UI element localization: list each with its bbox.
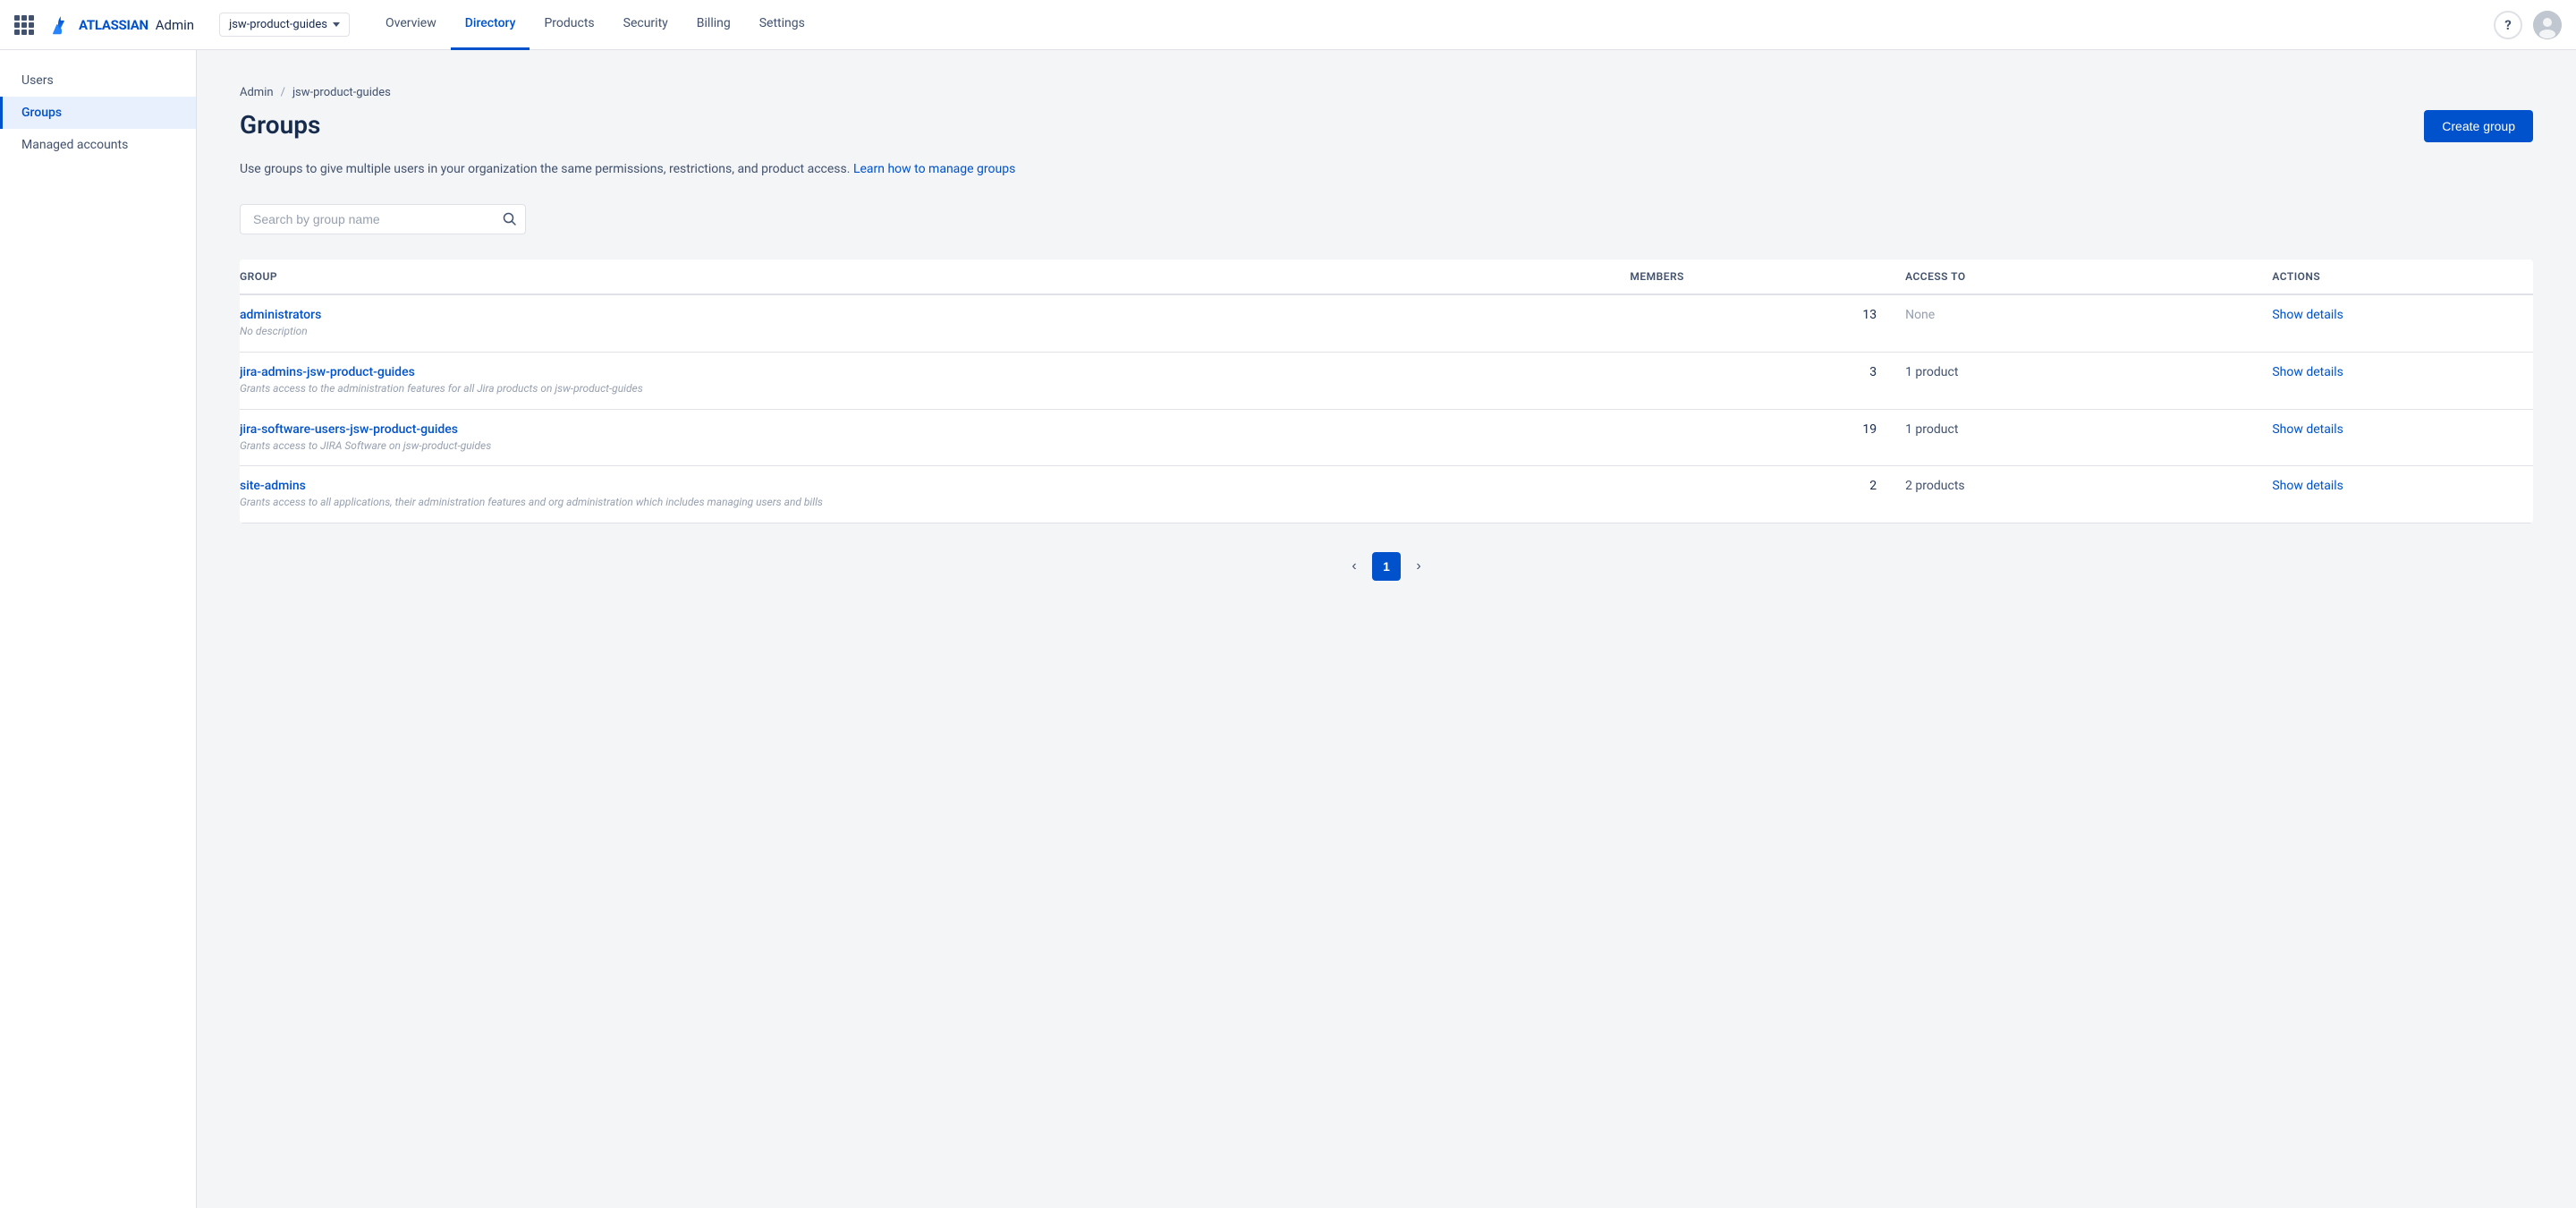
topnav-right: ?	[2494, 11, 2562, 39]
search-box	[240, 204, 526, 234]
topnav-link-directory[interactable]: Directory	[451, 0, 530, 50]
col-header-members: Members	[1615, 259, 1891, 294]
org-name: jsw-product-guides	[229, 18, 327, 31]
table-row: jira-software-users-jsw-product-guides Gr…	[240, 409, 2533, 466]
group-desc-1: Grants access to the administration feat…	[240, 382, 643, 395]
topnav-link-settings[interactable]: Settings	[745, 0, 819, 50]
org-selector[interactable]: jsw-product-guides	[219, 13, 350, 37]
page-header: Groups Create group	[240, 110, 2533, 142]
page-title: Groups	[240, 110, 320, 140]
sidebar-item-managed-accounts[interactable]: Managed accounts	[0, 129, 196, 161]
group-desc-0: No description	[240, 325, 308, 337]
group-name-link-0[interactable]: administrators	[240, 308, 1601, 322]
table-row: jira-admins-jsw-product-guides Grants acc…	[240, 352, 2533, 409]
topnav-link-overview[interactable]: Overview	[371, 0, 451, 50]
pagination: ‹ 1 ›	[240, 552, 2533, 581]
group-name-link-3[interactable]: site-admins	[240, 479, 1601, 493]
user-avatar[interactable]	[2533, 11, 2562, 39]
breadcrumb-admin-link[interactable]: Admin	[240, 86, 274, 99]
group-access-0: None	[1891, 294, 2258, 352]
atlassian-logo[interactable]: ATLASSIAN Admin	[48, 13, 194, 38]
breadcrumb-org-link[interactable]: jsw-product-guides	[292, 86, 391, 99]
table-row: administrators No description 13None Show d…	[240, 294, 2533, 352]
group-name-link-1[interactable]: jira-admins-jsw-product-guides	[240, 365, 1601, 379]
group-members-1: 3	[1615, 352, 1891, 409]
group-desc-3: Grants access to all applications, their…	[240, 496, 823, 508]
atlassian-wordmark: ATLASSIAN	[79, 17, 148, 33]
topnav-link-billing[interactable]: Billing	[682, 0, 745, 50]
admin-label: Admin	[156, 17, 194, 33]
search-icon	[503, 212, 517, 226]
help-button[interactable]: ?	[2494, 11, 2522, 39]
page-layout: UsersGroupsManaged accounts Admin / jsw-…	[0, 50, 2576, 1208]
group-access-3: 2 products	[1891, 466, 2258, 523]
sidebar-item-users[interactable]: Users	[0, 64, 196, 97]
create-group-button[interactable]: Create group	[2424, 110, 2533, 142]
breadcrumb-separator: /	[281, 86, 285, 99]
pagination-page-1[interactable]: 1	[1372, 552, 1401, 581]
group-access-1: 1 product	[1891, 352, 2258, 409]
sidebar: UsersGroupsManaged accounts	[0, 50, 197, 1208]
search-input[interactable]	[240, 204, 526, 234]
group-desc-2: Grants access to JIRA Software on jsw-pr…	[240, 439, 491, 452]
group-members-2: 19	[1615, 409, 1891, 466]
show-details-link-2[interactable]: Show details	[2272, 422, 2343, 437]
group-members-3: 2	[1615, 466, 1891, 523]
learn-link[interactable]: Learn how to manage groups	[853, 162, 1015, 176]
search-button[interactable]	[503, 212, 517, 226]
next-arrow-icon: ›	[1416, 558, 1420, 574]
sidebar-item-groups[interactable]: Groups	[0, 97, 196, 129]
topnav: ATLASSIAN Admin jsw-product-guides Overv…	[0, 0, 2576, 50]
prev-arrow-icon: ‹	[1352, 558, 1356, 574]
breadcrumb: Admin / jsw-product-guides	[240, 86, 2533, 99]
pagination-next[interactable]: ›	[1404, 552, 1433, 581]
pagination-prev[interactable]: ‹	[1340, 552, 1368, 581]
topnav-left: ATLASSIAN Admin jsw-product-guides	[14, 13, 350, 38]
main-content: Admin / jsw-product-guides Groups Create…	[197, 50, 2576, 1208]
col-header-access: Access to	[1891, 259, 2258, 294]
page-description: Use groups to give multiple users in you…	[240, 160, 2533, 179]
topnav-link-products[interactable]: Products	[530, 0, 608, 50]
table-row: site-admins Grants access to all applicat…	[240, 466, 2533, 523]
col-header-actions: Actions	[2258, 259, 2533, 294]
topnav-link-security[interactable]: Security	[609, 0, 682, 50]
groups-table: Group Members Access to Actions administ…	[240, 259, 2533, 523]
grid-menu-icon[interactable]	[14, 15, 34, 35]
show-details-link-0[interactable]: Show details	[2272, 308, 2343, 322]
show-details-link-3[interactable]: Show details	[2272, 479, 2343, 493]
col-header-group: Group	[240, 259, 1615, 294]
chevron-down-icon	[333, 22, 340, 27]
group-members-0: 13	[1615, 294, 1891, 352]
show-details-link-1[interactable]: Show details	[2272, 365, 2343, 379]
topnav-links: OverviewDirectoryProductsSecurityBilling…	[371, 0, 819, 49]
group-access-2: 1 product	[1891, 409, 2258, 466]
group-name-link-2[interactable]: jira-software-users-jsw-product-guides	[240, 422, 1601, 437]
